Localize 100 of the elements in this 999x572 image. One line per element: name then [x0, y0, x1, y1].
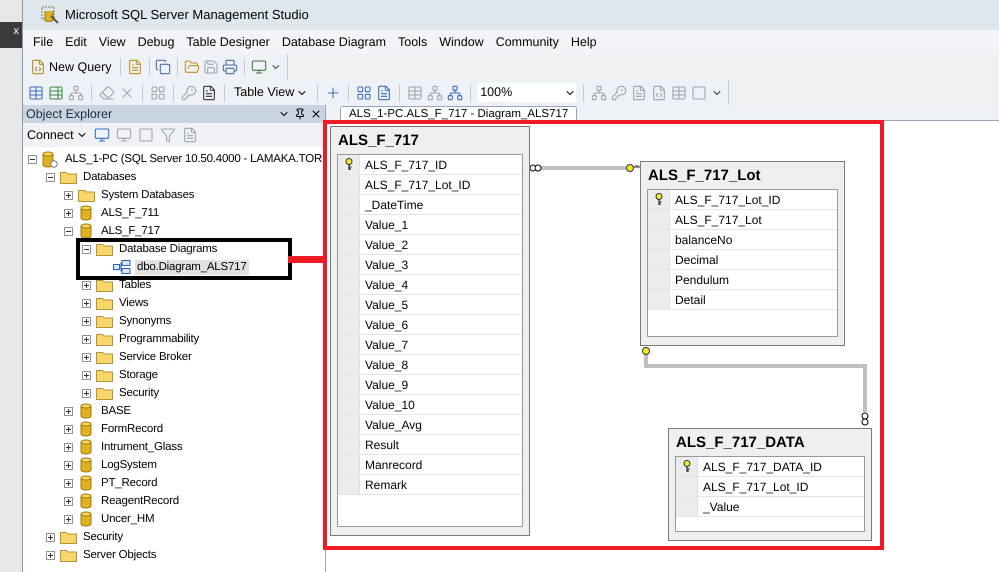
- new-query-button[interactable]: New Query: [28, 58, 114, 76]
- tree-item[interactable]: Tables: [117, 278, 154, 292]
- expand-toggle[interactable]: [82, 388, 91, 398]
- expand-toggle[interactable]: [46, 550, 55, 560]
- expand-toggle[interactable]: [82, 244, 91, 254]
- expand-toggle[interactable]: [46, 532, 55, 542]
- tree-item[interactable]: LogSystem: [99, 458, 159, 472]
- menu-item[interactable]: Database Diagram: [276, 32, 392, 52]
- arrange-icon[interactable]: [356, 84, 372, 100]
- menu-item[interactable]: View: [92, 32, 132, 52]
- tree-item[interactable]: Intrument_Glass: [99, 440, 184, 454]
- page-icon[interactable]: [376, 84, 392, 100]
- tree-item[interactable]: Server Objects: [81, 548, 158, 562]
- open-folder-icon[interactable]: [184, 59, 200, 75]
- relationship-line[interactable]: [530, 164, 640, 172]
- table-icon[interactable]: [28, 84, 44, 100]
- tree-item[interactable]: FormRecord: [99, 422, 165, 436]
- tree-item[interactable]: Database Diagrams: [117, 242, 220, 256]
- menu-item[interactable]: Debug: [132, 32, 180, 52]
- expand-toggle[interactable]: [82, 316, 91, 326]
- tree-item[interactable]: Security: [81, 530, 125, 544]
- expand-toggle[interactable]: [82, 370, 91, 380]
- expand-toggle[interactable]: [64, 424, 73, 434]
- pin-icon[interactable]: [294, 108, 306, 120]
- column-name[interactable]: Value_5: [360, 295, 408, 314]
- expand-toggle[interactable]: [64, 226, 73, 236]
- menu-item[interactable]: Community: [490, 32, 565, 52]
- column-name[interactable]: ALS_F_717_DATA_ID: [698, 457, 822, 476]
- column-name[interactable]: Value_6: [360, 315, 408, 334]
- expand-toggle[interactable]: [64, 496, 73, 506]
- column-name[interactable]: Value_9: [360, 375, 408, 394]
- tree-item[interactable]: Uncer_HM: [99, 512, 156, 526]
- expand-toggle[interactable]: [64, 406, 73, 416]
- table-shape[interactable]: ALS_F_717_DATA ALS_F_717_DATA_ID ALS_F_717_Lot_ID _Value: [668, 428, 872, 541]
- tree-item[interactable]: Storage: [117, 368, 160, 382]
- monitor-icon[interactable]: [251, 59, 268, 75]
- menu-item[interactable]: Help: [564, 32, 603, 52]
- tree-item[interactable]: PT_Record: [99, 476, 160, 490]
- expand-toggle[interactable]: [82, 334, 91, 344]
- expand-toggle[interactable]: [64, 442, 73, 452]
- table-shape[interactable]: ALS_F_717_Lot ALS_F_717_Lot_ID ALS_F_717_Lot balanceNo Decimal Pendulum Detail: [640, 161, 845, 346]
- menu-item[interactable]: File: [27, 32, 60, 52]
- column-name[interactable]: ALS_F_717_ID: [360, 155, 448, 174]
- tree-item[interactable]: ReagentRecord: [99, 494, 181, 508]
- tree-item[interactable]: Views: [117, 296, 150, 310]
- column-name[interactable]: Pendulum: [670, 270, 730, 289]
- connect-button[interactable]: Connect: [27, 126, 88, 144]
- column-name[interactable]: Value_Avg: [360, 415, 422, 434]
- close-icon[interactable]: [310, 108, 322, 120]
- column-name[interactable]: Value_1: [360, 215, 408, 234]
- column-name[interactable]: _DateTime: [360, 195, 424, 214]
- column-name[interactable]: Result: [360, 435, 400, 454]
- tree-item[interactable]: Synonyms: [117, 314, 174, 328]
- tree-item[interactable]: ALS_F_717: [99, 224, 162, 238]
- column-name[interactable]: Remark: [360, 475, 408, 494]
- expand-toggle[interactable]: [82, 298, 91, 308]
- row-selector[interactable]: [338, 155, 360, 174]
- expand-toggle[interactable]: [64, 514, 73, 524]
- tree-item[interactable]: System Databases: [99, 188, 196, 202]
- expand-toggle[interactable]: [82, 352, 91, 362]
- grid-icon[interactable]: [671, 84, 688, 100]
- delete-icon[interactable]: [99, 84, 115, 100]
- column-name[interactable]: Value_8: [360, 355, 408, 374]
- document-tab[interactable]: ALS_1-PC.ALS_F_717 - Diagram_ALS717: [340, 106, 578, 120]
- column-name[interactable]: ALS_F_717_Lot: [670, 210, 762, 229]
- add-table-icon[interactable]: [48, 84, 64, 100]
- expand-toggle[interactable]: [64, 190, 73, 200]
- expand-toggle[interactable]: [46, 172, 55, 182]
- column-name[interactable]: Value_2: [360, 235, 408, 254]
- column-name[interactable]: Value_4: [360, 275, 408, 294]
- column-name[interactable]: Value_10: [360, 395, 415, 414]
- save-icon[interactable]: [203, 59, 220, 75]
- zoom-combobox[interactable]: 100%: [478, 83, 576, 102]
- column-name[interactable]: Decimal: [670, 250, 718, 269]
- tree-item[interactable]: Databases: [81, 170, 138, 184]
- expand-toggle[interactable]: [64, 208, 73, 218]
- disconnect-icon[interactable]: [116, 127, 132, 143]
- column-name[interactable]: Value_3: [360, 255, 408, 274]
- filter-icon[interactable]: [160, 127, 176, 143]
- print-icon[interactable]: [222, 59, 238, 75]
- table-shape[interactable]: ALS_F_717 ALS_F_717_ID ALS_F_717_Lot_ID _DateTime Value_1 Value_2 Value_3 Value_4 Value_5 Value_6 Value_7 Value_8 Value_9 Value_10 Value_Avg Result Manrecord Remark: [330, 126, 530, 536]
- table-view-dropdown[interactable]: Table View: [232, 83, 310, 102]
- expand-toggle[interactable]: [82, 280, 91, 290]
- connect-server-icon[interactable]: [94, 127, 110, 143]
- expand-toggle[interactable]: [64, 460, 73, 470]
- column-name[interactable]: Value_7: [360, 335, 408, 354]
- expand-toggle[interactable]: [28, 154, 37, 164]
- menu-item[interactable]: Tools: [392, 32, 434, 52]
- column-name[interactable]: ALS_F_717_Lot_ID: [670, 190, 780, 209]
- column-name[interactable]: Detail: [670, 290, 706, 309]
- tree-item[interactable]: dbo.Diagram_ALS717: [135, 260, 249, 274]
- column-name[interactable]: Manrecord: [360, 455, 422, 474]
- column-name[interactable]: balanceNo: [670, 230, 732, 249]
- row-selector[interactable]: [648, 190, 670, 209]
- text-annotation-icon[interactable]: [201, 84, 217, 100]
- expand-toggle[interactable]: [64, 478, 73, 488]
- row-selector[interactable]: [676, 457, 698, 476]
- tree-item[interactable]: ALS_F_711: [99, 206, 162, 220]
- column-name[interactable]: ALS_F_717_Lot_ID: [698, 477, 808, 496]
- stop-icon[interactable]: [138, 127, 154, 143]
